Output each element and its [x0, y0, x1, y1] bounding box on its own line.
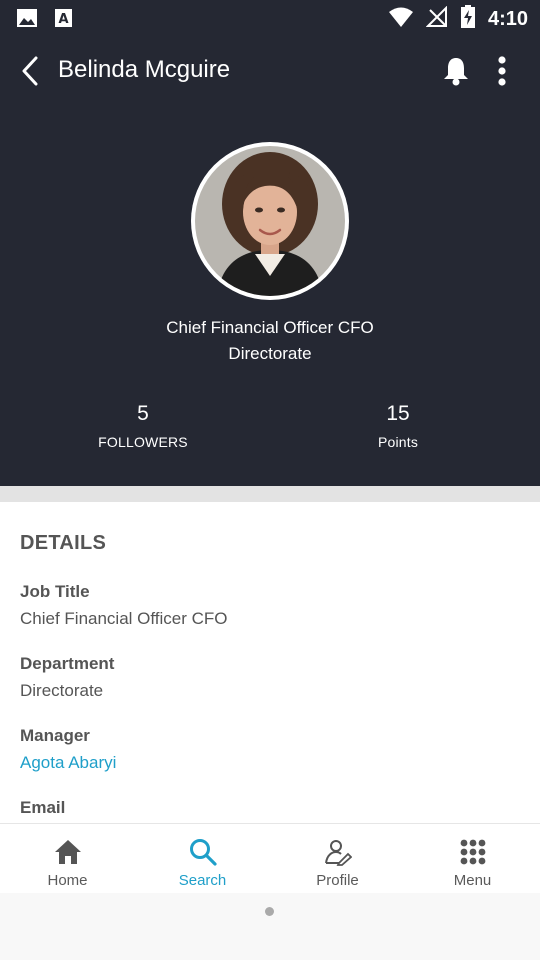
- nav-profile[interactable]: Profile: [270, 824, 405, 894]
- field-label: Department: [20, 654, 115, 673]
- points-count: 15: [386, 402, 410, 425]
- search-icon: [189, 838, 217, 866]
- points-label: Points: [377, 434, 419, 450]
- avatar[interactable]: [191, 142, 349, 300]
- field-value: Chief Financial Officer CFO: [20, 609, 228, 628]
- nav-search[interactable]: Search: [135, 824, 270, 894]
- bottom-nav: Home Search Profile Menu: [0, 823, 540, 893]
- followers-label: FOLLOWERS: [98, 434, 188, 450]
- notifications-button[interactable]: [440, 54, 472, 88]
- avatar-photo: [195, 146, 345, 296]
- manager-field: Manager Agota Abaryi: [20, 726, 116, 773]
- manager-link[interactable]: Agota Abaryi: [20, 753, 116, 773]
- nav-search-label: Search: [178, 872, 227, 889]
- more-options-button[interactable]: [490, 54, 514, 88]
- battery-charging-icon: [460, 5, 476, 34]
- field-label: Job Title: [20, 582, 90, 601]
- followers-stat[interactable]: 5 FOLLOWERS: [43, 402, 243, 450]
- nav-profile-label: Profile: [316, 872, 359, 889]
- status-bar: A 4:10: [0, 0, 540, 36]
- nav-menu-label: Menu: [453, 872, 492, 889]
- back-button[interactable]: [14, 54, 46, 88]
- points-stat[interactable]: 15 Points: [298, 402, 498, 450]
- bell-icon: [444, 58, 468, 86]
- home-icon: [54, 838, 82, 866]
- department-field: Department Directorate: [20, 654, 114, 701]
- page-title: Belinda Mcguire: [58, 56, 231, 83]
- section-divider: [0, 486, 540, 502]
- back-arrow-icon: [22, 56, 38, 86]
- wifi-icon: [388, 6, 414, 33]
- followers-count: 5: [137, 402, 149, 425]
- system-nav-bar: [0, 893, 540, 960]
- more-vertical-icon: [498, 56, 506, 86]
- details-heading: DETAILS: [20, 532, 107, 554]
- nav-home-label: Home: [47, 872, 88, 889]
- grid-menu-icon: [460, 838, 486, 866]
- field-label: Email: [20, 798, 66, 817]
- no-signal-icon: [425, 5, 448, 33]
- job-title-field: Job Title Chief Financial Officer CFO: [20, 582, 228, 629]
- svg-text:A: A: [58, 12, 68, 27]
- image-icon: [16, 7, 38, 34]
- profile-job-title: Chief Financial Officer CFO: [166, 318, 374, 337]
- field-label: Manager: [20, 726, 90, 745]
- profile-department: Directorate: [228, 344, 312, 363]
- nav-home[interactable]: Home: [0, 824, 135, 894]
- text-a-icon: A: [54, 7, 74, 34]
- profile-header: Belinda Mcguire Chief Financial Officer …: [0, 36, 540, 486]
- details-section: DETAILS Job Title Chief Financial Office…: [20, 532, 520, 817]
- email-field: Email: [20, 798, 65, 818]
- nav-menu[interactable]: Menu: [405, 824, 540, 894]
- home-gesture-indicator[interactable]: [265, 907, 274, 916]
- field-value: Directorate: [20, 681, 104, 700]
- profile-icon: [324, 838, 352, 866]
- app-bar: Belinda Mcguire: [0, 36, 540, 106]
- status-time: 4:10: [487, 8, 528, 30]
